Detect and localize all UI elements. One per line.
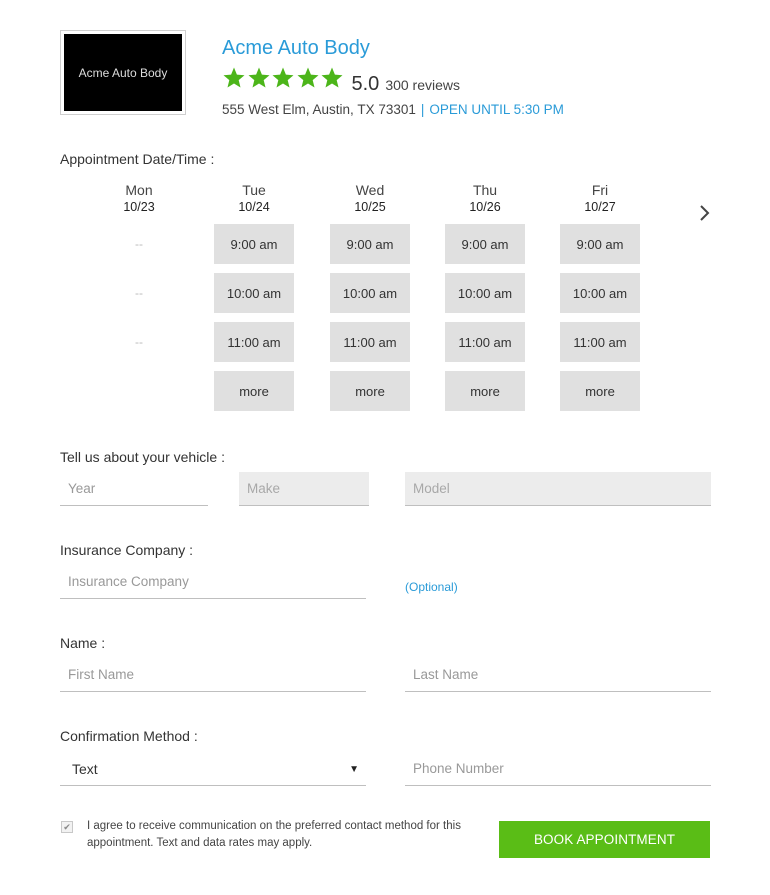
more-times-button[interactable]: more [214,371,294,411]
time-slot-button[interactable]: 9:00 am [445,224,525,264]
rating-score: 5.0 [351,73,380,95]
day-name: Fri [591,182,609,198]
rating: 5.0 300 reviews [222,66,460,96]
time-slot-button[interactable]: 11:00 am [560,322,640,362]
star-rating [222,66,345,90]
time-slot-unavailable: -- [135,335,143,349]
time-slot-button[interactable]: 9:00 am [560,224,640,264]
more-times-button[interactable]: more [330,371,410,411]
day-date: 10/26 [469,200,501,214]
open-status: OPEN UNTIL 5:30 PM [429,102,564,117]
address-line: 555 West Elm, Austin, TX 73301 | OPEN UNTI… [222,102,564,117]
confirmation-label: Confirmation Method : [60,728,198,744]
day-date: 10/24 [238,200,270,214]
last-name-field[interactable]: Last Name [405,658,711,692]
day-name: Tue [242,182,266,198]
book-appointment-button[interactable]: BOOK APPOINTMENT [499,821,710,858]
appointment-label: Appointment Date/Time : [60,151,215,167]
consent-text: I agree to receive communication on the … [87,820,461,849]
make-field[interactable]: Make [239,472,369,506]
first-name-field[interactable]: First Name [60,658,366,692]
star-icon [296,66,320,90]
year-field[interactable]: Year [60,472,208,506]
day-name: Wed [355,182,385,198]
time-slot-unavailable: -- [135,286,143,300]
time-slot-button[interactable]: 9:00 am [214,224,294,264]
review-count[interactable]: 300 reviews [385,77,460,93]
time-slot-button[interactable]: 11:00 am [214,322,294,362]
day-header: Thu 10/26 [445,182,525,215]
day-header: Tue 10/24 [214,182,294,215]
vehicle-label: Tell us about your vehicle : [60,449,225,465]
selected-method: Text [72,760,98,777]
day-header: Mon 10/23 [99,182,179,215]
name-label: Name : [60,635,106,651]
star-icon [320,66,344,90]
time-slot-unavailable: -- [135,237,143,251]
more-times-button[interactable]: more [560,371,640,411]
time-slot-button[interactable]: 10:00 am [560,273,640,313]
star-icon [271,66,295,90]
logo-text: Acme Auto Body [64,34,182,111]
star-icon [222,66,246,90]
day-date: 10/27 [584,200,616,214]
time-slot-button[interactable]: 10:00 am [330,273,410,313]
day-header: Fri 10/27 [560,182,640,215]
dropdown-arrow-icon: ▼ [349,764,359,775]
confirmation-method-select[interactable]: Text ▼ [60,752,366,786]
chevron-right-icon[interactable] [697,204,713,222]
time-slot-button[interactable]: 11:00 am [445,322,525,362]
time-slot-button[interactable]: 10:00 am [445,273,525,313]
business-logo: Acme Auto Body [60,30,186,115]
business-name[interactable]: Acme Auto Body [222,37,370,60]
business-address: 555 West Elm, Austin, TX 73301 [222,102,416,117]
time-slot-button[interactable]: 10:00 am [214,273,294,313]
day-name: Mon [125,182,153,198]
day-date: 10/25 [354,200,386,214]
model-field[interactable]: Model [405,472,711,506]
separator: | [420,102,425,117]
day-name: Thu [472,182,498,198]
time-slot-button[interactable]: 11:00 am [330,322,410,362]
star-icon [247,66,271,90]
insurance-label: Insurance Company : [60,542,194,558]
day-header: Wed 10/25 [330,182,410,215]
consent-checkbox[interactable]: ✔ [61,821,73,833]
time-slot-button[interactable]: 9:00 am [330,224,410,264]
more-times-button[interactable]: more [445,371,525,411]
insurance-field[interactable]: Insurance Company [60,565,366,599]
phone-number-field[interactable]: Phone Number [405,752,711,786]
optional-note: (Optional) [405,580,458,594]
day-date: 10/23 [123,200,155,214]
